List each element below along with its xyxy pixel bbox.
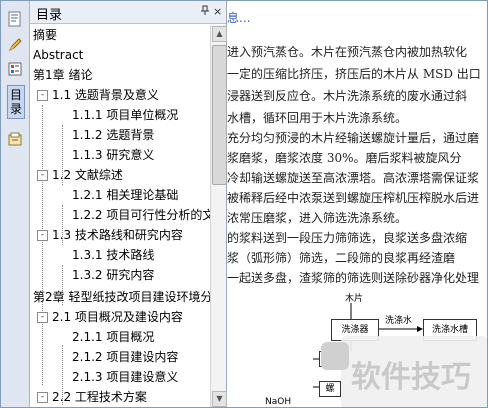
toc-item[interactable]: 第2章 轻型纸技改项目建设环境分 <box>33 287 210 307</box>
toc-item[interactable]: - 2.1 项目概况及建设内容 <box>30 307 210 327</box>
toc-item[interactable]: Abstract <box>33 45 83 65</box>
collapse-toggle[interactable]: - <box>37 230 48 241</box>
pages-icon[interactable] <box>5 9 25 29</box>
toc-panel-title: 目录 <box>36 8 63 23</box>
toc-item[interactable]: - 1.1 选题背景及意义 <box>30 85 210 105</box>
toc-item[interactable]: 第1章 绪论 <box>33 65 92 85</box>
toc-item[interactable]: 2.1.2 项目建设内容 <box>72 347 178 367</box>
attachment-icon[interactable] <box>5 129 25 149</box>
watermark: 软件技巧 <box>321 336 487 407</box>
doc-line: 进入预汽蒸仓。木片在预汽蒸仓内被加热软化 <box>227 45 468 59</box>
toc-item[interactable]: 摘要 <box>33 25 57 45</box>
collapse-toggle[interactable]: - <box>37 312 48 323</box>
toc-item[interactable]: 1.3.2 研究内容 <box>72 265 154 285</box>
watermark-logo-icon <box>321 342 349 370</box>
tree-connector <box>42 105 43 385</box>
collapse-toggle[interactable]: - <box>37 170 48 181</box>
doc-line: 冷却输送螺旋送至高浓漂塔。高浓漂塔需保证浆 <box>227 171 480 185</box>
toc-item[interactable]: 1.3.1 技术路线 <box>72 245 154 265</box>
diagram-box: 螺 <box>319 381 341 397</box>
collapse-toggle[interactable]: - <box>37 392 48 403</box>
doc-line: 的浆料送到一段压力筛筛选，良浆送多盘浓缩 <box>227 231 468 245</box>
doc-top-link[interactable]: 息... <box>227 9 250 26</box>
toc-item[interactable]: 1.2.1 相关理论基础 <box>72 185 178 205</box>
toc-item[interactable]: 1.1.2 选题背景 <box>72 125 154 145</box>
toc-item[interactable]: 1.1.3 研究意义 <box>72 145 154 165</box>
bookmark-list-icon[interactable] <box>5 59 25 79</box>
toc-item[interactable]: - 1.2 文献综述 <box>30 165 210 185</box>
doc-line: 水槽，循环回用于木片洗涤系统。 <box>227 111 408 125</box>
doc-line: 一起送多盘，渣浆筛的筛选则送除砂器净化处理 <box>227 271 480 285</box>
toc-scrollbar[interactable]: ▲ ▼ <box>210 25 227 407</box>
doc-line: 被稀释后经中浓泵送到螺旋压榨机压榨脱水后进 <box>227 191 480 205</box>
scroll-up-icon[interactable]: ▲ <box>212 26 227 42</box>
toc-tree: 摘要 Abstract 第1章 绪论 - 1.1 选题背景及意义 1.1.1 项… <box>30 25 210 407</box>
pin-icon[interactable] <box>200 5 210 18</box>
toc-vertical-tab[interactable]: 目录 <box>7 85 25 119</box>
toc-panel: 目录 × 摘要 Abstract 第1章 绪论 - 1.1 选题背景及意义 1.… <box>30 1 227 407</box>
toc-panel-header: 目录 × <box>30 1 226 24</box>
doc-line: 浆磨浆，磨浆浓度 30%。磨后浆料被旋风分 <box>227 151 462 165</box>
diagram-label-naoh: NaOH <box>265 397 292 407</box>
diagram-arrow-label: 洗涤水 <box>385 316 413 326</box>
doc-line: 充分均匀预浸的木片经输送螺旋计量后，通过磨 <box>227 131 480 145</box>
app-window: 目录 目录 × 摘要 Abstract 第1章 绪论 - 1.1 选题背景及意义… <box>0 0 488 408</box>
toc-item[interactable]: 2.1.3 项目建设意义 <box>72 367 178 387</box>
toc-item[interactable]: - 1.3 技术路线和研究内容 <box>30 225 210 245</box>
toc-item[interactable]: 1.1.1 项目单位概况 <box>72 105 178 125</box>
collapse-toggle[interactable]: - <box>37 90 48 101</box>
scroll-down-icon[interactable]: ▼ <box>212 391 227 407</box>
watermark-text: 软件技巧 <box>351 360 471 395</box>
doc-line: 浆（弧形筛）筛选，二段筛的良浆再经渣磨 <box>227 251 456 265</box>
doc-line: 浸器送到反应仓。木片洗涤系统的废水通过斜 <box>227 89 468 103</box>
side-icon-bar: 目录 <box>1 1 30 407</box>
pencil-icon[interactable] <box>5 35 25 55</box>
toc-item[interactable]: - 2.2 工程技术方案 <box>30 387 210 407</box>
doc-line: 浓常压磨浆，进入筛选洗涤系统。 <box>227 211 408 225</box>
toc-item[interactable]: 2.1.1 项目概况 <box>72 327 154 347</box>
doc-line: 一定的压缩比挤压，挤压后的木片从 MSD 出口 <box>227 67 481 81</box>
scroll-thumb[interactable] <box>212 45 227 185</box>
toc-item[interactable]: 1.2.2 项目可行性分析的文 <box>72 205 210 225</box>
close-icon[interactable]: × <box>213 5 222 18</box>
